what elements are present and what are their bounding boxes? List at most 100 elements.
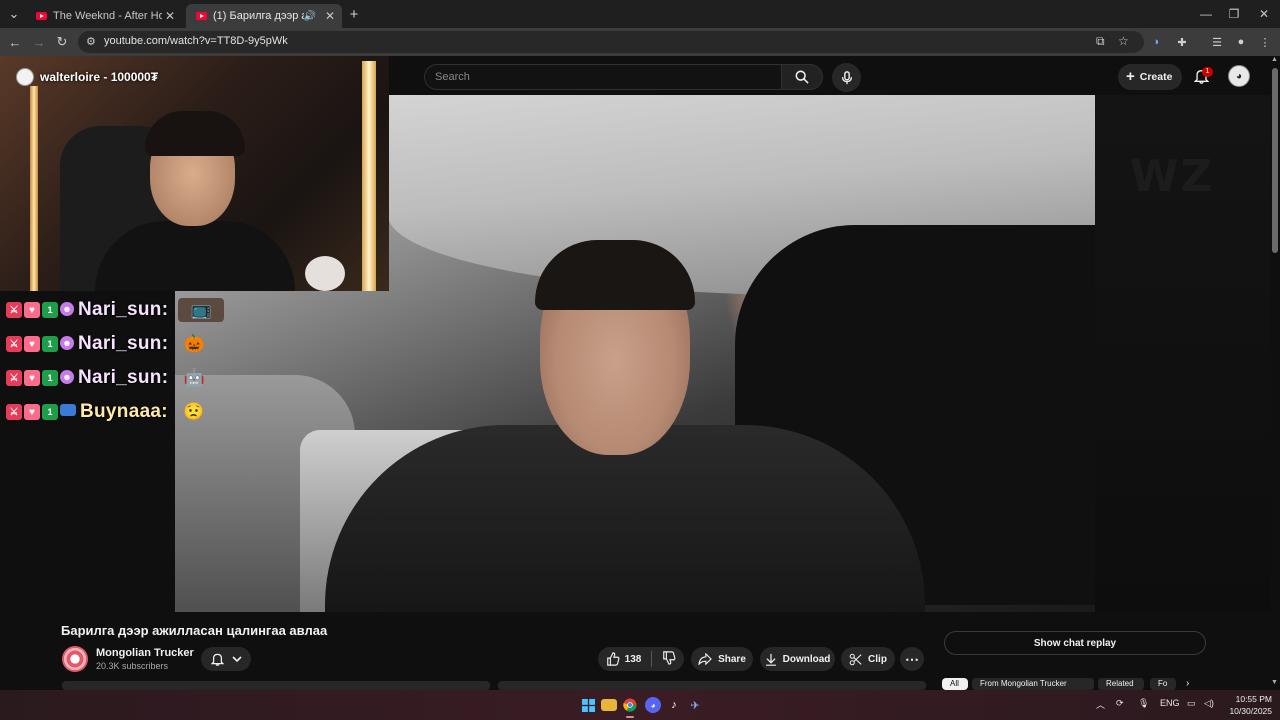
comment-box[interactable] <box>498 681 926 690</box>
back-icon[interactable]: ← <box>5 32 25 52</box>
webcam-light <box>30 86 38 291</box>
scissors-icon <box>849 653 862 665</box>
profile-avatar-icon[interactable]: ● <box>1232 33 1250 51</box>
webcam-person-hair <box>145 111 245 156</box>
channel-avatar[interactable] <box>62 646 88 672</box>
heart-badge-icon: ♥ <box>24 370 40 386</box>
description-box[interactable] <box>62 681 490 690</box>
tray-sync-icon[interactable]: ⟳ <box>1116 698 1124 709</box>
network-icon[interactable]: ▭ <box>1187 698 1196 709</box>
share-button[interactable]: Share <box>691 647 753 671</box>
scroll-up-icon[interactable]: ▲ <box>1271 56 1278 63</box>
streamer-avatar-icon <box>16 68 34 86</box>
tab-groups-icon[interactable]: ☰ <box>1208 33 1226 51</box>
flag-badge-icon <box>60 404 76 416</box>
dislike-button[interactable] <box>662 650 676 668</box>
browser-toolbar: ← → ↻ ⚙ youtube.com/watch?v=TT8D-9y5pWk … <box>0 28 1280 56</box>
input-language[interactable]: ENG <box>1160 698 1180 708</box>
first-place-badge-icon: 1 <box>42 302 58 318</box>
first-place-badge-icon: 1 <box>42 336 58 352</box>
create-button[interactable]: + Create <box>1118 64 1183 90</box>
sword-badge-icon: ⚔ <box>6 404 22 420</box>
clip-label: Clip <box>868 653 887 665</box>
chat-badges: ⚔ ♥ 1 ☻ <box>6 336 74 352</box>
chat-badges: ⚔ ♥ 1 ☻ <box>6 302 74 318</box>
new-tab-button[interactable]: + <box>344 4 364 24</box>
tab-active-video[interactable]: (1) Барилга дээр ажилласан 🔊 ✕ <box>186 4 342 28</box>
steam-icon[interactable]: ✈ <box>687 697 703 713</box>
heart-badge-icon: ♥ <box>24 302 40 318</box>
tab-close-icon[interactable]: ✕ <box>162 9 178 23</box>
notification-count-badge: 1 <box>1202 67 1213 77</box>
search-input[interactable] <box>425 65 781 89</box>
youtube-favicon-icon <box>36 12 47 20</box>
tab-audio-icon[interactable]: 🔊 <box>304 11 316 22</box>
show-chat-replay-button[interactable]: Show chat replay <box>944 631 1206 655</box>
file-explorer-icon[interactable] <box>601 699 617 711</box>
scroll-down-icon[interactable]: ▼ <box>1271 679 1278 686</box>
site-info-icon[interactable]: ⚙ <box>86 35 96 48</box>
thumbs-up-icon <box>606 652 620 666</box>
download-label: Download <box>782 653 831 665</box>
windows-start-icon[interactable] <box>580 697 596 713</box>
video-watermark: WZ <box>1130 151 1215 202</box>
extension-audio-icon[interactable]: ◗ <box>1148 33 1166 51</box>
account-avatar[interactable]: ◕ <box>1228 65 1250 87</box>
tab-the-weeknd[interactable]: The Weeknd - After Hours (Audio) ✕ <box>26 4 182 28</box>
browser-menu-icon[interactable]: ⋮ <box>1256 33 1274 51</box>
heart-badge-icon: ♥ <box>24 404 40 420</box>
download-button[interactable]: Download <box>760 647 835 671</box>
sword-badge-icon: ⚔ <box>6 336 22 352</box>
more-actions-button[interactable]: ⋯ <box>900 647 924 671</box>
first-place-badge-icon: 1 <box>42 370 58 386</box>
chat-emote: 🤖 <box>183 368 205 387</box>
search-box[interactable] <box>424 64 782 90</box>
tray-overflow-icon[interactable]: ︿ <box>1096 698 1105 711</box>
close-window-icon[interactable]: ✕ <box>1246 0 1280 28</box>
voice-search-button[interactable] <box>832 63 861 92</box>
bookmark-star-icon[interactable]: ☆ <box>1118 34 1129 48</box>
chip-related[interactable]: Related <box>1098 678 1144 690</box>
scrollbar-thumb[interactable] <box>1272 68 1278 253</box>
chat-username: Buynaaa: <box>80 401 168 422</box>
chip-from-channel[interactable]: From Mongolian Trucker <box>972 678 1094 690</box>
channel-name[interactable]: Mongolian Trucker <box>96 647 194 659</box>
chat-message: ⚔ ♥ 1 ☻ Nari_sun: 🎃 <box>6 327 224 361</box>
chips-next-icon[interactable]: › <box>1186 678 1189 689</box>
tray-mic-icon[interactable]: 🎙 <box>1138 698 1149 709</box>
clock-time: 10:55 PM <box>1235 694 1272 704</box>
search-button[interactable] <box>781 64 823 90</box>
channel-subscriber-count: 20.3K subscribers <box>96 661 169 671</box>
forward-icon[interactable]: → <box>29 32 49 52</box>
windows-taskbar: ◕ ♪ ✈ ︿ ⟳ 🎙 ENG ▭ ◁) 10:55 PM 10/30/2025 <box>0 690 1280 720</box>
clip-button[interactable]: Clip <box>841 647 895 671</box>
devil-badge-icon: ☻ <box>60 370 74 384</box>
install-app-icon[interactable]: ⧉ <box>1096 34 1105 49</box>
download-icon <box>765 653 776 666</box>
subscribed-notifications-button[interactable] <box>201 647 251 671</box>
volume-icon[interactable]: ◁) <box>1204 698 1214 709</box>
bell-icon <box>210 653 224 666</box>
chip-all[interactable]: All <box>942 678 968 690</box>
chat-message: ⚔ ♥ 1 Buynaaa: 😟 <box>6 395 224 429</box>
sword-badge-icon: ⚔ <box>6 370 22 386</box>
system-clock[interactable]: 10:55 PM 10/30/2025 <box>1222 693 1272 717</box>
like-count: 138 <box>624 653 642 665</box>
chat-badges: ⚔ ♥ 1 <box>6 404 76 420</box>
tab-close-icon[interactable]: ✕ <box>322 9 338 23</box>
thumbs-down-icon <box>663 650 676 665</box>
sword-badge-icon: ⚔ <box>6 302 22 318</box>
reload-icon[interactable]: ↻ <box>52 32 72 52</box>
chrome-icon[interactable] <box>622 697 638 718</box>
tab-search-chevron-icon[interactable]: ⌄ <box>4 4 24 24</box>
discord-icon[interactable]: ◕ <box>645 697 661 713</box>
app-icon[interactable]: ♪ <box>666 697 682 713</box>
extensions-puzzle-icon[interactable]: ✚ <box>1173 33 1191 51</box>
create-label: Create <box>1139 71 1173 83</box>
chevron-down-icon <box>231 656 242 663</box>
like-button[interactable]: 138 <box>606 652 642 666</box>
url-text[interactable]: youtube.com/watch?v=TT8D-9y5pWk <box>104 35 288 47</box>
chip-more[interactable]: Fo <box>1150 678 1176 690</box>
page-scrollbar[interactable]: ▲ ▼ <box>1270 56 1280 690</box>
omnibox[interactable]: ⚙ youtube.com/watch?v=TT8D-9y5pWk ⧉ ☆ <box>78 31 1144 53</box>
